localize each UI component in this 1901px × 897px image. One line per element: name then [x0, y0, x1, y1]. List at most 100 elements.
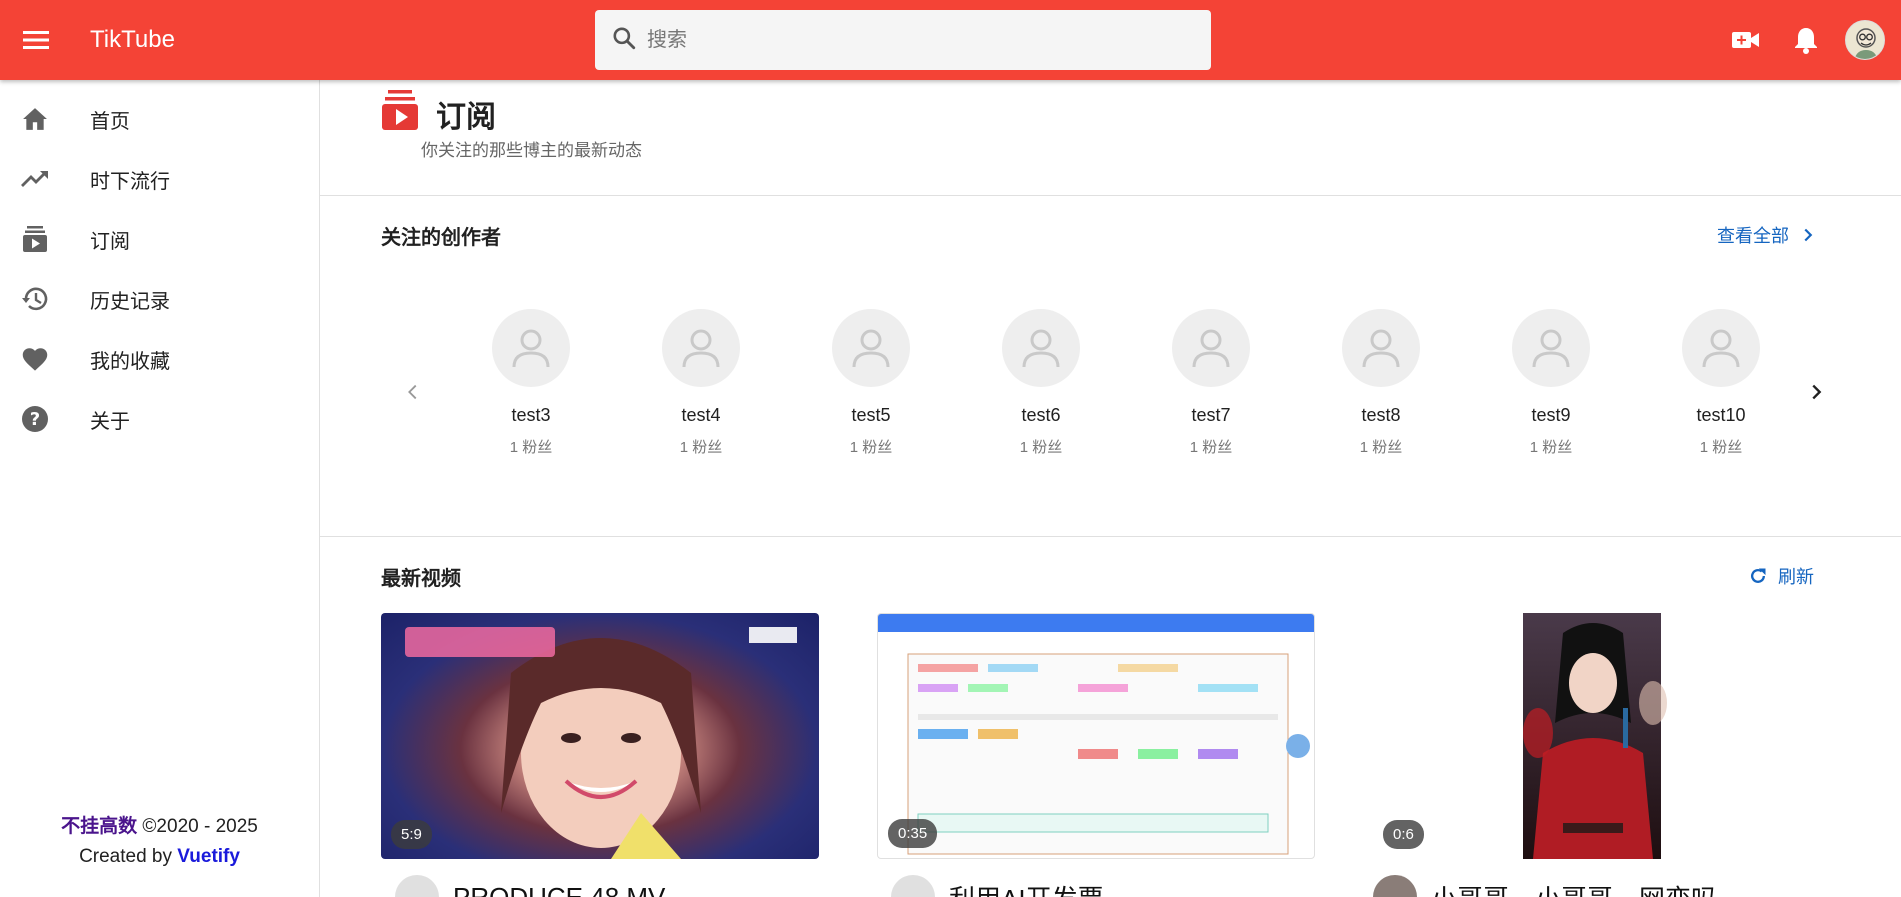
user-placeholder-icon: [682, 329, 720, 368]
creator-name: test8: [1361, 405, 1401, 425]
sidebar-item-history[interactable]: 历史记录: [0, 269, 319, 329]
home-icon: [20, 104, 50, 134]
creator-card[interactable]: test10 1 粉丝: [1666, 309, 1776, 457]
page-title: 订阅: [436, 101, 496, 134]
video-meta: 利用AI开发票: [891, 875, 1104, 897]
search-input[interactable]: [647, 28, 1187, 52]
footer-created-by: Created by: [79, 846, 178, 867]
video-duration: 0:35: [888, 819, 938, 848]
user-placeholder-icon: [1022, 329, 1060, 368]
carousel-prev-button[interactable]: [398, 377, 428, 407]
footer-years: ©2020 - 2025: [137, 816, 258, 837]
view-all-button[interactable]: 查看全部: [1717, 222, 1819, 248]
chevron-left-icon: [408, 384, 417, 400]
svg-text:?: ?: [30, 409, 40, 430]
creator-fans: 1 粉丝: [849, 439, 893, 456]
creator-name: test4: [681, 405, 721, 425]
sidebar-item-home[interactable]: 首页: [0, 89, 319, 149]
sidebar-item-label: 我的收藏: [90, 350, 170, 373]
video-card[interactable]: 5:9 PRODUCE 48 MV: [381, 613, 819, 897]
video-author-avatar[interactable]: [891, 875, 935, 897]
creator-fans: 1 粉丝: [1359, 439, 1403, 456]
creator-name: test5: [851, 405, 891, 425]
creator-name: test10: [1696, 405, 1746, 425]
video-card[interactable]: 0:6 小哥哥，小哥哥，网恋吗: [1373, 613, 1811, 897]
creator-card[interactable]: test8 1 粉丝: [1326, 309, 1436, 457]
sidebar-footer: 不挂高数 ©2020 - 2025 Created by Vuetify: [0, 812, 319, 872]
video-title[interactable]: 小哥哥，小哥哥，网恋吗: [1431, 879, 1717, 897]
view-all-label: 查看全部: [1717, 226, 1789, 246]
notification-bell-icon[interactable]: [1788, 22, 1824, 58]
video-thumbnail-image: [1523, 613, 1667, 859]
video-author-avatar[interactable]: [1373, 875, 1417, 897]
refresh-button[interactable]: 刷新: [1748, 563, 1814, 589]
sidebar-item-label: 历史记录: [90, 290, 170, 313]
help-icon: ?: [20, 404, 50, 434]
subscriptions-icon: [20, 224, 50, 254]
creator-card[interactable]: test3 1 粉丝: [476, 309, 586, 457]
user-placeholder-icon: [1702, 329, 1740, 368]
creator-fans: 1 粉丝: [1699, 439, 1743, 456]
sidebar-item-trending[interactable]: 时下流行: [0, 149, 319, 209]
sidebar-item-label: 关于: [90, 410, 130, 433]
creator-card[interactable]: test7 1 粉丝: [1156, 309, 1266, 457]
creator-card[interactable]: test9 1 粉丝: [1496, 309, 1606, 457]
video-author-avatar[interactable]: [395, 875, 439, 897]
app-title[interactable]: TikTube: [90, 24, 175, 56]
video-thumbnail-image: [878, 614, 1314, 855]
creator-avatar: [1172, 309, 1250, 387]
sidebar-item-label: 订阅: [90, 230, 130, 253]
creator-avatar: [1342, 309, 1420, 387]
creator-card[interactable]: test6 1 粉丝: [986, 309, 1096, 457]
creator-name: test9: [1531, 405, 1571, 425]
user-avatar[interactable]: [1845, 20, 1885, 60]
user-placeholder-icon: [1532, 329, 1570, 368]
user-placeholder-icon: [1192, 329, 1230, 368]
video-duration: 5:9: [391, 820, 432, 849]
sidebar-item-favorites[interactable]: 我的收藏: [0, 329, 319, 389]
creator-fans: 1 粉丝: [1189, 439, 1233, 456]
creator-avatar: [1002, 309, 1080, 387]
video-thumbnail[interactable]: 5:9: [381, 613, 819, 859]
subscriptions-icon: [382, 90, 418, 130]
creator-fans: 1 粉丝: [1019, 439, 1063, 456]
app-bar: TikTube: [0, 0, 1901, 80]
user-placeholder-icon: [512, 329, 550, 368]
video-upload-icon[interactable]: [1728, 22, 1764, 58]
video-title[interactable]: PRODUCE 48 MV: [453, 882, 665, 897]
heart-icon: [20, 344, 50, 374]
section-title-creators: 关注的创作者: [381, 227, 501, 249]
section-title-videos: 最新视频: [381, 568, 461, 590]
sidebar-item-subscriptions[interactable]: 订阅: [0, 209, 319, 269]
video-title[interactable]: 利用AI开发票: [949, 879, 1104, 897]
creator-avatar: [662, 309, 740, 387]
creator-name: test7: [1191, 405, 1231, 425]
footer-brand[interactable]: 不挂高数: [61, 816, 137, 837]
page-subtitle: 你关注的那些博主的最新动态: [421, 141, 642, 160]
search-icon[interactable]: [611, 25, 637, 56]
video-meta: 小哥哥，小哥哥，网恋吗: [1373, 875, 1717, 897]
menu-icon[interactable]: [18, 22, 54, 58]
sidebar-item-about[interactable]: ? 关于: [0, 389, 319, 449]
user-placeholder-icon: [852, 329, 890, 368]
creator-fans: 1 粉丝: [679, 439, 723, 456]
search-box[interactable]: [595, 10, 1211, 70]
footer-vuetify-link[interactable]: Vuetify: [177, 846, 240, 867]
video-thumbnail[interactable]: 0:6: [1373, 613, 1811, 859]
creator-card[interactable]: test4 1 粉丝: [646, 309, 756, 457]
main-content: 订阅 你关注的那些博主的最新动态 关注的创作者 查看全部 test3 1 粉丝 …: [320, 80, 1901, 897]
page-header: 订阅 你关注的那些博主的最新动态: [320, 80, 1901, 196]
creator-avatar: [1512, 309, 1590, 387]
creator-name: test6: [1021, 405, 1061, 425]
video-meta: PRODUCE 48 MV: [395, 875, 665, 897]
user-placeholder-icon: [1362, 329, 1400, 368]
video-thumbnail-image: [405, 627, 797, 859]
video-thumbnail[interactable]: 0:35: [877, 613, 1315, 859]
carousel-next-button[interactable]: [1801, 377, 1831, 407]
video-card[interactable]: 0:35 利用AI开发票: [877, 613, 1315, 897]
sidebar-item-label: 时下流行: [90, 170, 170, 193]
trending-icon: [20, 164, 50, 194]
creator-card[interactable]: test5 1 粉丝: [816, 309, 926, 457]
creator-fans: 1 粉丝: [1529, 439, 1573, 456]
followed-creators-section: 关注的创作者 查看全部 test3 1 粉丝 test4 1 粉丝 test5 …: [320, 197, 1901, 537]
